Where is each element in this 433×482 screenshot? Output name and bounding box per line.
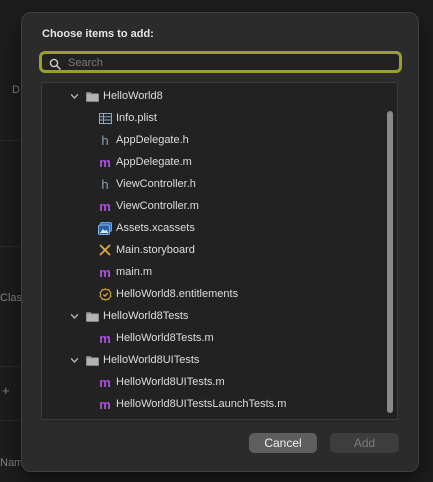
search-input[interactable] <box>66 54 390 72</box>
tree-file-row[interactable]: m HelloWorld8Tests.m <box>42 327 397 349</box>
tree-file-row[interactable]: Main.storyboard <box>42 239 397 261</box>
storyboard-icon <box>98 243 112 257</box>
tree-item-label: HelloWorld8UITestsLaunchTests.m <box>116 398 287 410</box>
tree-item-label: HelloWorld8UITests.m <box>116 376 225 388</box>
tree-file-row[interactable]: HelloWorld8.entitlements <box>42 283 397 305</box>
header-file-icon: h <box>101 132 109 148</box>
tree-item-label: HelloWorld8Tests.m <box>116 332 214 344</box>
tree-item-label: AppDelegate.m <box>116 156 192 168</box>
plist-icon <box>98 111 112 125</box>
background-plus-button[interactable]: + <box>2 383 10 398</box>
objc-file-icon: m <box>99 198 111 214</box>
choose-items-dialog: Choose items to add: HelloWorld8 Info.pli… <box>21 12 419 472</box>
tree-file-row[interactable]: m ViewController.m <box>42 195 397 217</box>
tree-file-row[interactable]: m main.m <box>42 261 397 283</box>
tree-item-label: AppDelegate.h <box>116 134 189 146</box>
background-divider <box>0 246 22 247</box>
tree-item-label: ViewController.h <box>116 178 196 190</box>
tree-file-row[interactable]: h ViewController.h <box>42 173 397 195</box>
chevron-down-icon[interactable] <box>69 91 79 101</box>
tree-folder-row[interactable]: HelloWorld8UITests <box>42 349 397 371</box>
tree-item-label: Info.plist <box>116 112 157 124</box>
asset-catalog-icon <box>98 221 112 235</box>
tree-file-row[interactable]: h AppDelegate.h <box>42 129 397 151</box>
background-divider <box>0 140 22 141</box>
folder-icon <box>85 353 99 367</box>
tree-folder-row[interactable]: HelloWorld8Tests <box>42 305 397 327</box>
folder-icon <box>85 89 99 103</box>
tree-item-label: HelloWorld8.entitlements <box>116 288 239 300</box>
objc-file-icon: m <box>99 374 111 390</box>
objc-file-icon: m <box>99 154 111 170</box>
objc-file-icon: m <box>99 264 111 280</box>
folder-icon <box>85 309 99 323</box>
tree-item-label: HelloWorld8UITests <box>103 354 200 366</box>
vertical-scrollbar[interactable] <box>383 83 397 419</box>
chevron-down-icon[interactable] <box>69 311 79 321</box>
dialog-title: Choose items to add: <box>42 28 154 40</box>
tree-file-row[interactable]: m AppDelegate.m <box>42 151 397 173</box>
tree-item-label: ViewController.m <box>116 200 199 212</box>
tree-file-row[interactable]: Assets.xcassets <box>42 217 397 239</box>
tree-item-label: HelloWorld8 <box>103 90 163 102</box>
tree-folder-row[interactable]: HelloWorld8 <box>42 85 397 107</box>
add-button[interactable]: Add <box>330 433 399 453</box>
objc-file-icon: m <box>99 396 111 412</box>
cancel-button[interactable]: Cancel <box>249 433 317 453</box>
chevron-down-icon[interactable] <box>69 355 79 365</box>
tree-item-label: HelloWorld8Tests <box>103 310 189 322</box>
search-icon <box>49 57 61 70</box>
tree-item-label: Assets.xcassets <box>116 222 195 234</box>
background-divider <box>0 366 22 367</box>
header-file-icon: h <box>101 176 109 192</box>
tree-file-row[interactable]: m HelloWorld8UITests.m <box>42 371 397 393</box>
objc-file-icon: m <box>99 330 111 346</box>
tree-file-row[interactable]: Info.plist <box>42 107 397 129</box>
search-field[interactable] <box>39 51 402 73</box>
entitlements-icon <box>98 287 112 301</box>
background-label-d: D <box>12 84 20 96</box>
file-tree[interactable]: HelloWorld8 Info.plist h AppDelegate.h m AppD… <box>41 82 398 420</box>
background-label-clas: Clas <box>0 292 23 304</box>
scrollbar-thumb[interactable] <box>387 111 393 413</box>
background-divider <box>0 420 22 421</box>
tree-item-label: Main.storyboard <box>116 244 195 256</box>
tree-file-row[interactable]: m HelloWorld8UITestsLaunchTests.m <box>42 393 397 415</box>
background-label-nam: Nam <box>0 457 24 469</box>
tree-item-label: main.m <box>116 266 153 278</box>
